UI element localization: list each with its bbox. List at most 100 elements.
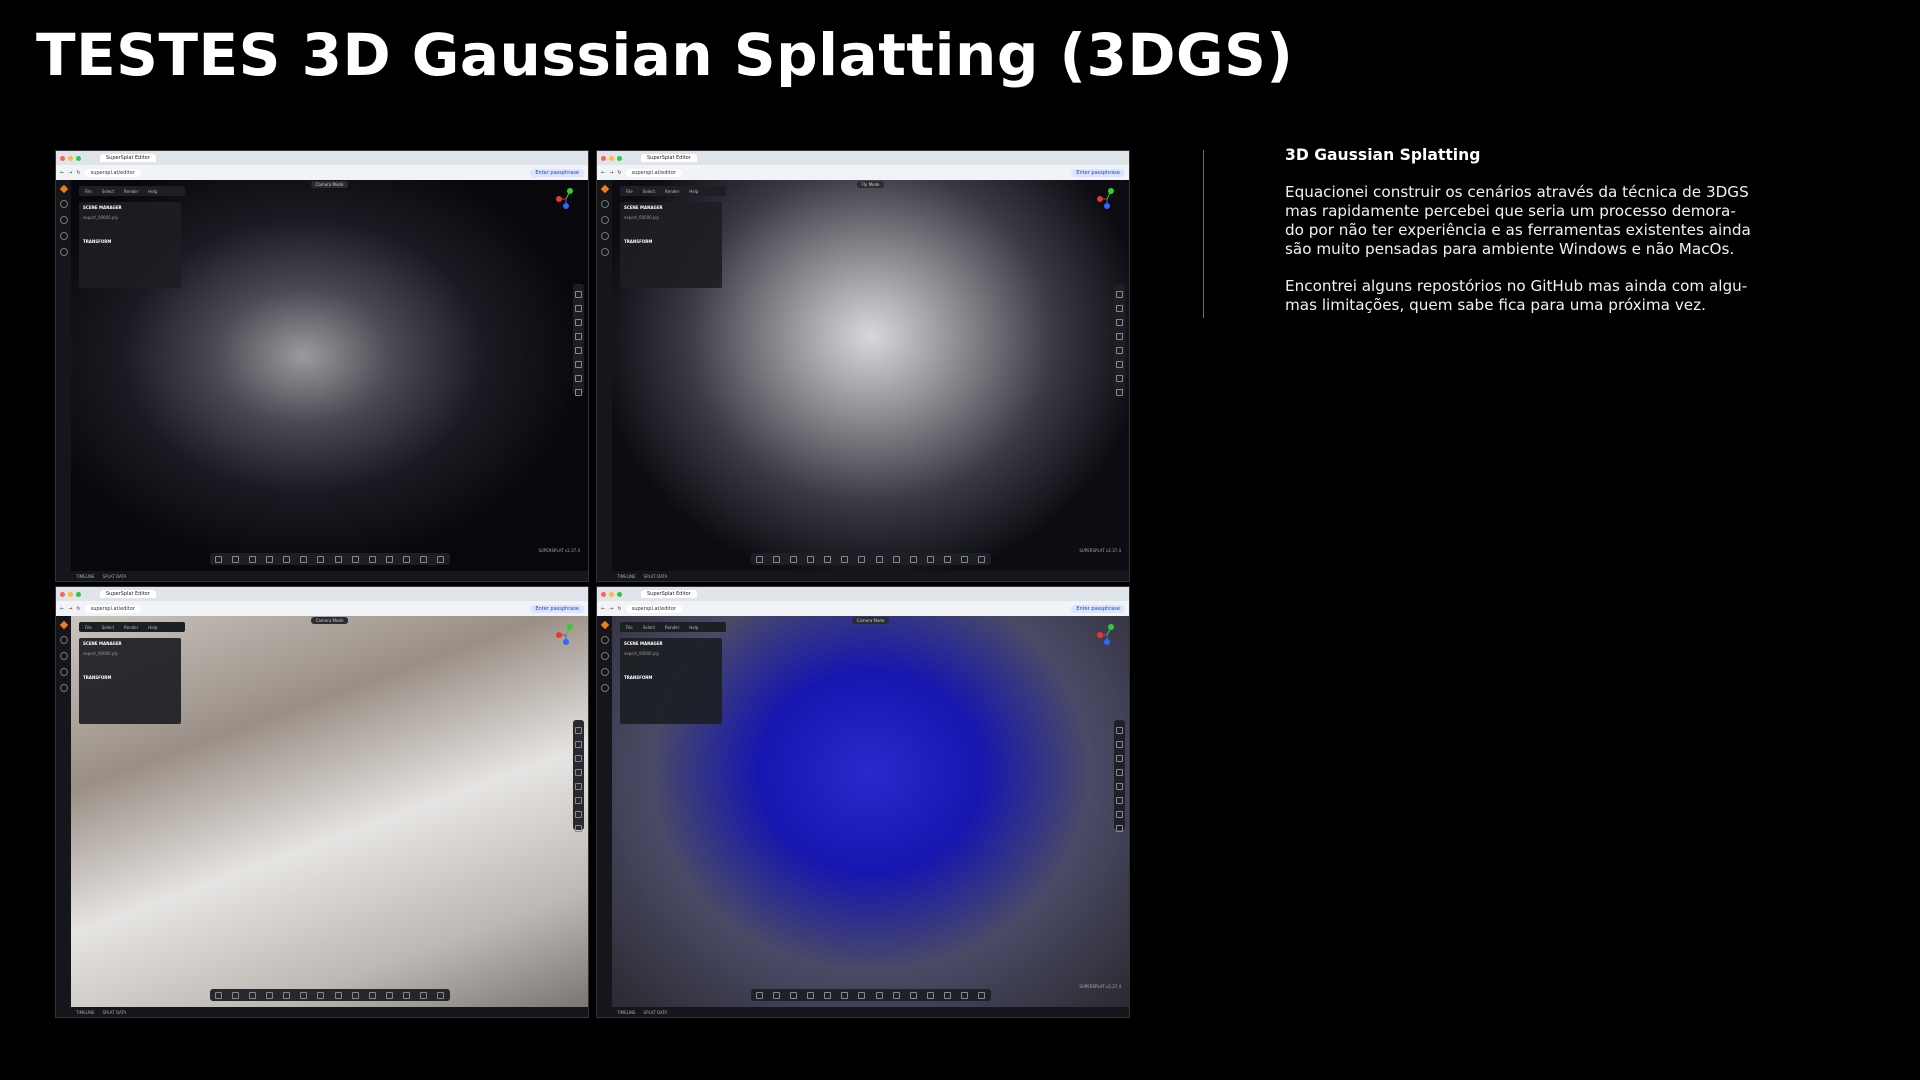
toolbar-tool-icon[interactable] bbox=[283, 555, 291, 563]
toolbar-tool-icon[interactable] bbox=[961, 555, 969, 563]
rail-tool-icon[interactable] bbox=[59, 684, 68, 692]
status-tab[interactable]: TIMELINE bbox=[617, 1010, 636, 1015]
toolbar-tool-icon[interactable] bbox=[248, 555, 256, 563]
tool-icon[interactable] bbox=[1116, 811, 1123, 818]
toolbar-tool-icon[interactable] bbox=[824, 555, 832, 563]
3d-viewport[interactable]: File Select Render Help SCENE MANAGER export_… bbox=[612, 616, 1129, 1007]
toolbar-tool-icon[interactable] bbox=[755, 555, 763, 563]
passphrase-button[interactable]: Enter passphrase bbox=[530, 168, 584, 177]
browser-tab[interactable]: SuperSplat Editor bbox=[641, 590, 697, 598]
toolbar-tool-icon[interactable] bbox=[772, 991, 780, 999]
url-field[interactable]: superspl.at/editor bbox=[625, 168, 682, 177]
tool-icon[interactable] bbox=[575, 319, 582, 326]
scene-file-item[interactable]: export_00000.ply bbox=[620, 649, 722, 658]
rail-tool-icon[interactable] bbox=[600, 684, 609, 692]
menu-item[interactable]: File bbox=[626, 625, 633, 630]
scene-file-item[interactable]: export_00000.ply bbox=[79, 649, 181, 658]
toolbar-tool-icon[interactable] bbox=[385, 555, 393, 563]
toolbar-tool-icon[interactable] bbox=[824, 991, 832, 999]
toolbar-tool-icon[interactable] bbox=[300, 991, 308, 999]
axis-gizmo[interactable] bbox=[554, 622, 578, 646]
rail-tool-icon[interactable] bbox=[600, 200, 609, 208]
menu-item[interactable]: File bbox=[85, 625, 92, 630]
toolbar-tool-icon[interactable] bbox=[892, 555, 900, 563]
toolbar-tool-icon[interactable] bbox=[961, 991, 969, 999]
toolbar-tool-icon[interactable] bbox=[317, 991, 325, 999]
back-arrow-icon[interactable]: ← bbox=[601, 606, 605, 612]
url-field[interactable]: superspl.at/editor bbox=[625, 604, 682, 613]
toolbar-tool-icon[interactable] bbox=[283, 991, 291, 999]
toolbar-tool-icon[interactable] bbox=[789, 555, 797, 563]
tool-icon[interactable] bbox=[1116, 361, 1123, 368]
tool-icon[interactable] bbox=[1116, 769, 1123, 776]
tool-icon[interactable] bbox=[575, 389, 582, 396]
3d-viewport[interactable]: File Select Render Help SCENE MANAGER export_… bbox=[71, 180, 588, 571]
tool-icon[interactable] bbox=[575, 361, 582, 368]
toolbar-tool-icon[interactable] bbox=[420, 555, 428, 563]
toolbar-tool-icon[interactable] bbox=[248, 991, 256, 999]
toolbar-tool-icon[interactable] bbox=[944, 991, 952, 999]
menu-item[interactable]: Help bbox=[148, 189, 157, 194]
back-arrow-icon[interactable]: ← bbox=[60, 606, 64, 612]
browser-tab[interactable]: SuperSplat Editor bbox=[100, 590, 156, 598]
tool-icon[interactable] bbox=[575, 741, 582, 748]
camera-mode-chip[interactable]: Fly Mode bbox=[856, 181, 885, 188]
tool-icon[interactable] bbox=[1116, 291, 1123, 298]
close-dot-icon[interactable] bbox=[601, 155, 606, 161]
menu-item[interactable]: Select bbox=[643, 625, 655, 630]
toolbar-tool-icon[interactable] bbox=[789, 991, 797, 999]
toolbar-tool-icon[interactable] bbox=[420, 991, 428, 999]
camera-mode-chip[interactable]: Camera Mode bbox=[851, 617, 890, 624]
toolbar-tool-icon[interactable] bbox=[926, 991, 934, 999]
rail-tool-icon[interactable] bbox=[600, 636, 609, 644]
tool-icon[interactable] bbox=[1116, 347, 1123, 354]
toolbar-tool-icon[interactable] bbox=[909, 555, 917, 563]
close-dot-icon[interactable] bbox=[60, 155, 65, 161]
passphrase-button[interactable]: Enter passphrase bbox=[1071, 604, 1125, 613]
tool-icon[interactable] bbox=[1116, 333, 1123, 340]
toolbar-tool-icon[interactable] bbox=[403, 991, 411, 999]
menu-item[interactable]: Render bbox=[124, 625, 138, 630]
status-tab[interactable]: SPLAT DATA bbox=[644, 574, 668, 579]
tool-icon[interactable] bbox=[575, 727, 582, 734]
toolbar-tool-icon[interactable] bbox=[806, 555, 814, 563]
menu-item[interactable]: Help bbox=[689, 625, 698, 630]
tool-icon[interactable] bbox=[1116, 797, 1123, 804]
axis-gizmo[interactable] bbox=[1095, 186, 1119, 210]
url-field[interactable]: superspl.at/editor bbox=[84, 604, 141, 613]
scene-file-item[interactable]: export_00000.ply bbox=[620, 213, 722, 222]
tool-icon[interactable] bbox=[575, 811, 582, 818]
toolbar-tool-icon[interactable] bbox=[265, 991, 273, 999]
menu-item[interactable]: Help bbox=[689, 189, 698, 194]
toolbar-tool-icon[interactable] bbox=[214, 555, 222, 563]
toolbar-tool-icon[interactable] bbox=[385, 991, 393, 999]
reload-icon[interactable]: ↻ bbox=[617, 606, 621, 612]
toolbar-tool-icon[interactable] bbox=[806, 991, 814, 999]
camera-mode-chip[interactable]: Camera Mode bbox=[310, 617, 349, 624]
minimize-dot-icon[interactable] bbox=[609, 591, 614, 597]
toolbar-tool-icon[interactable] bbox=[368, 991, 376, 999]
rail-tool-icon[interactable] bbox=[600, 216, 609, 224]
close-dot-icon[interactable] bbox=[60, 591, 65, 597]
reload-icon[interactable]: ↻ bbox=[76, 606, 80, 612]
toolbar-tool-icon[interactable] bbox=[755, 991, 763, 999]
rail-tool-icon[interactable] bbox=[59, 636, 68, 644]
toolbar-tool-icon[interactable] bbox=[351, 555, 359, 563]
tool-icon[interactable] bbox=[575, 375, 582, 382]
rail-tool-icon[interactable] bbox=[59, 216, 68, 224]
maximize-dot-icon[interactable] bbox=[617, 591, 622, 597]
browser-tab[interactable]: SuperSplat Editor bbox=[100, 154, 156, 162]
toolbar-tool-icon[interactable] bbox=[858, 991, 866, 999]
toolbar-tool-icon[interactable] bbox=[875, 555, 883, 563]
url-field[interactable]: superspl.at/editor bbox=[84, 168, 141, 177]
status-tab[interactable]: SPLAT DATA bbox=[103, 574, 127, 579]
tool-icon[interactable] bbox=[575, 755, 582, 762]
menu-item[interactable]: Render bbox=[665, 189, 679, 194]
passphrase-button[interactable]: Enter passphrase bbox=[1071, 168, 1125, 177]
close-dot-icon[interactable] bbox=[601, 591, 606, 597]
passphrase-button[interactable]: Enter passphrase bbox=[530, 604, 584, 613]
rail-tool-icon[interactable] bbox=[59, 652, 68, 660]
axis-gizmo[interactable] bbox=[554, 186, 578, 210]
3d-viewport[interactable]: File Select Render Help SCENE MANAGER export_… bbox=[71, 616, 588, 1007]
forward-arrow-icon[interactable]: → bbox=[68, 606, 72, 612]
